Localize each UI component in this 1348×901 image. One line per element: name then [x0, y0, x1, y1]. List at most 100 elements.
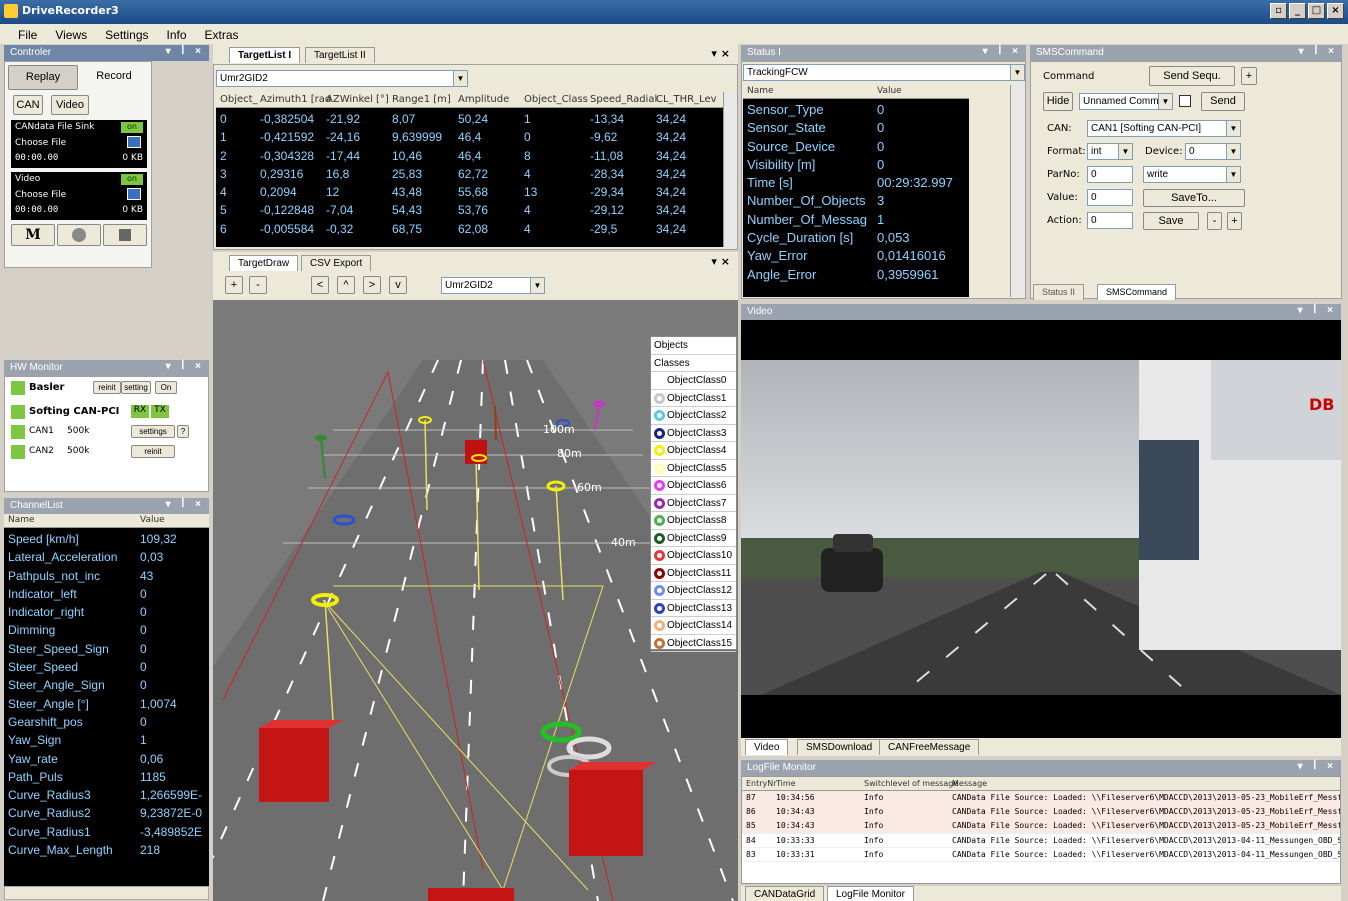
basler-setting-button[interactable]: setting	[121, 381, 151, 394]
column-header[interactable]: Object_Class	[524, 92, 588, 107]
legend-item[interactable]: ObjectClass12	[651, 582, 736, 600]
legend-item[interactable]: ObjectClass7	[651, 495, 736, 512]
table-row[interactable]: Yaw_rate 0,06	[4, 750, 209, 768]
tab-sms-download[interactable]: SMSDownload	[797, 739, 882, 755]
add-sequence-button[interactable]: +	[1241, 67, 1257, 85]
table-row[interactable]: Curve_Radius3 1,266599E-	[4, 786, 209, 804]
rw-select[interactable]: write ▼	[1143, 166, 1241, 183]
table-row[interactable]: Visibility [m] 0	[743, 156, 969, 174]
record-tab[interactable]: Record	[79, 65, 149, 90]
menu-settings[interactable]: Settings	[105, 28, 148, 44]
table-row[interactable]: 0 -0,382504 -21,92 8,07 50,24 1 -13,34 34,24	[216, 110, 723, 128]
table-row[interactable]: Steer_Speed_Sign 0	[4, 640, 209, 658]
menu-info[interactable]: Info	[167, 28, 187, 44]
column-header[interactable]: AZWinkel [°]	[326, 92, 389, 107]
table-row[interactable]: Source_Device 0	[743, 138, 969, 156]
send-sequence-button[interactable]: Send Sequ.	[1149, 66, 1235, 86]
device-select[interactable]: 0 ▼	[1185, 143, 1241, 160]
video-sink-status[interactable]: on	[121, 174, 143, 185]
close-button[interactable]: ×	[1327, 3, 1344, 19]
table-row[interactable]: Path_Puls 1185	[4, 768, 209, 786]
hide-button[interactable]: Hide	[1043, 92, 1073, 111]
status-scrollbar[interactable]	[1010, 85, 1024, 297]
table-row[interactable]: 5 -0,122848 -7,04 54,43 53,76 4 -29,12 34,24	[216, 201, 723, 219]
zoom-out-button[interactable]: -	[249, 276, 267, 294]
minimize-button[interactable]: _	[1289, 3, 1306, 19]
command-select[interactable]: Unnamed Commar ▼	[1079, 93, 1173, 110]
tab-logfile-monitor[interactable]: LogFile Monitor	[827, 886, 914, 901]
table-row[interactable]: Time [s] 00:29:32.997	[743, 174, 969, 192]
log-row[interactable]: 86 10:34:43 Info CANData File Source: Loade…	[742, 805, 1340, 820]
channel-list-scrollbar[interactable]	[4, 886, 209, 900]
panel-controls-icon[interactable]: ▾ ꟾ ×	[1298, 761, 1337, 772]
tab-sms-command[interactable]: SMSCommand	[1097, 284, 1177, 300]
legend-item[interactable]: ObjectClass0	[651, 372, 736, 390]
pan-left-button[interactable]: <	[311, 276, 329, 294]
column-header[interactable]: Range1 [m]	[392, 92, 451, 107]
table-row[interactable]: Number_Of_Objects 3	[743, 192, 969, 210]
parno-field[interactable]: 0	[1087, 166, 1133, 183]
legend-item[interactable]: ObjectClass6	[651, 477, 736, 495]
tab-targetdraw[interactable]: TargetDraw	[229, 255, 299, 271]
panel-controls-icon[interactable]: ▾ ×	[711, 255, 730, 268]
panel-controls-icon[interactable]: ▾ ×	[711, 47, 730, 60]
tab-targetlist-1[interactable]: TargetList I	[229, 47, 301, 63]
save-to-button[interactable]: SaveTo...	[1143, 189, 1245, 207]
table-row[interactable]: Cycle_Duration [s] 0,053	[743, 229, 969, 247]
zoom-in-button[interactable]: +	[225, 276, 243, 294]
legend-item[interactable]: ObjectClass4	[651, 442, 736, 460]
tab-targetlist-2[interactable]: TargetList II	[305, 47, 375, 63]
can1-settings-button[interactable]: settings	[131, 425, 175, 438]
table-row[interactable]: Sensor_State 0	[743, 119, 969, 137]
tab-can-data-grid[interactable]: CANDataGrid	[745, 886, 825, 901]
table-row[interactable]: Yaw_Sign 1	[4, 731, 209, 749]
column-header[interactable]: Object_	[220, 92, 258, 107]
column-header[interactable]: Amplitude	[458, 92, 509, 107]
legend-item[interactable]: ObjectClass15	[651, 635, 736, 652]
replay-tab[interactable]: Replay	[8, 65, 78, 90]
send-button[interactable]: Send	[1201, 92, 1245, 111]
table-row[interactable]: Indicator_right 0	[4, 603, 209, 621]
menu-views[interactable]: Views	[55, 28, 87, 44]
tab-can-free-message[interactable]: CANFreeMessage	[879, 739, 980, 755]
panel-controls-icon[interactable]: ▾ ꟾ ×	[166, 499, 205, 510]
panel-controls-icon[interactable]: ▾ ꟾ ×	[983, 46, 1022, 57]
table-row[interactable]: Indicator_left 0	[4, 585, 209, 603]
panel-controls-icon[interactable]: ▾ ꟾ ×	[166, 46, 205, 57]
table-row[interactable]: Steer_Angle [°] 1,0074	[4, 695, 209, 713]
pan-right-button[interactable]: >	[363, 276, 381, 294]
table-row[interactable]: Curve_Radius2 9,23872E-0	[4, 804, 209, 822]
stop-button[interactable]	[103, 224, 147, 246]
legend-item[interactable]: ObjectClass1	[651, 390, 736, 407]
basler-reinit-button[interactable]: reinit	[93, 381, 121, 394]
table-row[interactable]: Curve_Max_Length 218	[4, 841, 209, 859]
choose-file-label[interactable]: Choose File	[15, 138, 66, 148]
log-row[interactable]: 83 10:33:31 Info CANData File Source: Loade…	[742, 848, 1340, 862]
can1-help-button[interactable]: ?	[177, 425, 189, 438]
legend-item[interactable]: ObjectClass3	[651, 425, 736, 442]
manual-mode-button[interactable]: M	[11, 224, 55, 246]
can-sink-status[interactable]: on	[121, 122, 143, 133]
can-select[interactable]: CAN1 [Softing CAN-PCI] ▼	[1087, 120, 1241, 137]
remove-button[interactable]: -	[1207, 212, 1222, 230]
tab-status-2[interactable]: Status II	[1033, 284, 1085, 300]
table-row[interactable]: 1 -0,421592 -24,16 9,639999 46,4 0 -9,62 34,24	[216, 128, 723, 146]
legend-item[interactable]: ObjectClass9	[651, 530, 736, 547]
table-row[interactable]: 3 0,29316 16,8 25,83 62,72 4 -28,34 34,24	[216, 165, 723, 183]
table-row[interactable]: Angle_Error 0,3959961	[743, 266, 969, 284]
value-field[interactable]: 0	[1087, 189, 1133, 206]
table-row[interactable]: 2 -0,304328 -17,44 10,46 46,4 8 -11,08 34,24	[216, 147, 723, 165]
table-row[interactable]: Dimming 0	[4, 621, 209, 639]
table-row[interactable]: Yaw_Error 0,01416016	[743, 247, 969, 265]
targetdraw-source-select[interactable]: Umr2GID2 ▼	[441, 277, 545, 294]
targetlist-scrollbar[interactable]	[723, 92, 737, 247]
video-player[interactable]: DB	[741, 320, 1341, 738]
pan-down-button[interactable]: v	[389, 276, 407, 294]
save-file-icon[interactable]	[127, 188, 141, 200]
column-header[interactable]: Speed_Radial	[590, 92, 657, 107]
log-row[interactable]: 87 10:34:56 Info CANData File Source: Loade…	[742, 791, 1340, 806]
menu-file[interactable]: File	[18, 28, 37, 44]
video-button[interactable]: Video	[51, 95, 89, 115]
table-row[interactable]: Steer_Angle_Sign 0	[4, 676, 209, 694]
panel-controls-icon[interactable]: ▾ ꟾ ×	[1298, 305, 1337, 316]
